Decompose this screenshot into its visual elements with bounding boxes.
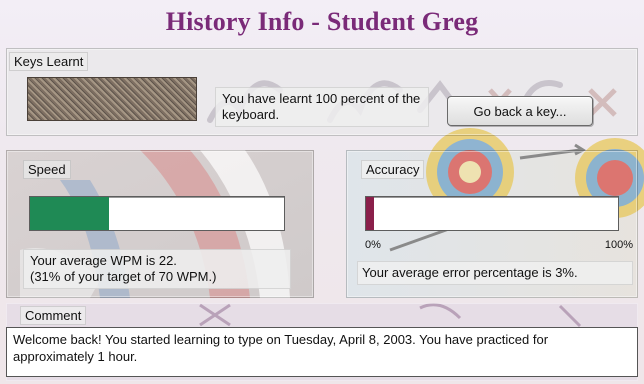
accuracy-progress-fill bbox=[366, 197, 374, 230]
accuracy-panel: Accuracy 0% 100% Your average error perc… bbox=[346, 150, 638, 298]
accuracy-label: Accuracy bbox=[361, 160, 425, 179]
speed-stats: Your average WPM is 22. (31% of your tar… bbox=[23, 249, 291, 289]
accuracy-scale-min: 0% bbox=[365, 239, 381, 251]
keys-learnt-label: Keys Learnt bbox=[9, 52, 89, 71]
speed-wpm-text: Your average WPM is 22. bbox=[30, 253, 177, 268]
accuracy-error-text: Your average error percentage is 3%. bbox=[357, 261, 633, 285]
accuracy-scale-max: 100% bbox=[604, 239, 633, 251]
title-bar: History Info - Student Greg bbox=[0, 0, 644, 44]
keys-learnt-panel: Keys Learnt You have learnt 100 percent … bbox=[6, 48, 638, 136]
keyboard-progress-image bbox=[27, 77, 197, 121]
accuracy-progress-bar bbox=[365, 196, 619, 231]
speed-progress-bar bbox=[29, 196, 285, 231]
speed-target-text: (31% of your target of 70 WPM.) bbox=[30, 269, 217, 284]
page-title: History Info - Student Greg bbox=[165, 7, 479, 36]
comment-text: Welcome back! You started learning to ty… bbox=[6, 327, 638, 377]
speed-progress-fill bbox=[30, 197, 109, 230]
comment-label: Comment bbox=[20, 306, 87, 325]
keys-learnt-message: You have learnt 100 percent of the keybo… bbox=[215, 87, 429, 127]
speed-label: Speed bbox=[23, 160, 71, 179]
go-back-a-key-button[interactable]: Go back a key... bbox=[447, 96, 593, 126]
speed-panel: Speed Your average WPM is 22. (31% of yo… bbox=[6, 150, 314, 298]
